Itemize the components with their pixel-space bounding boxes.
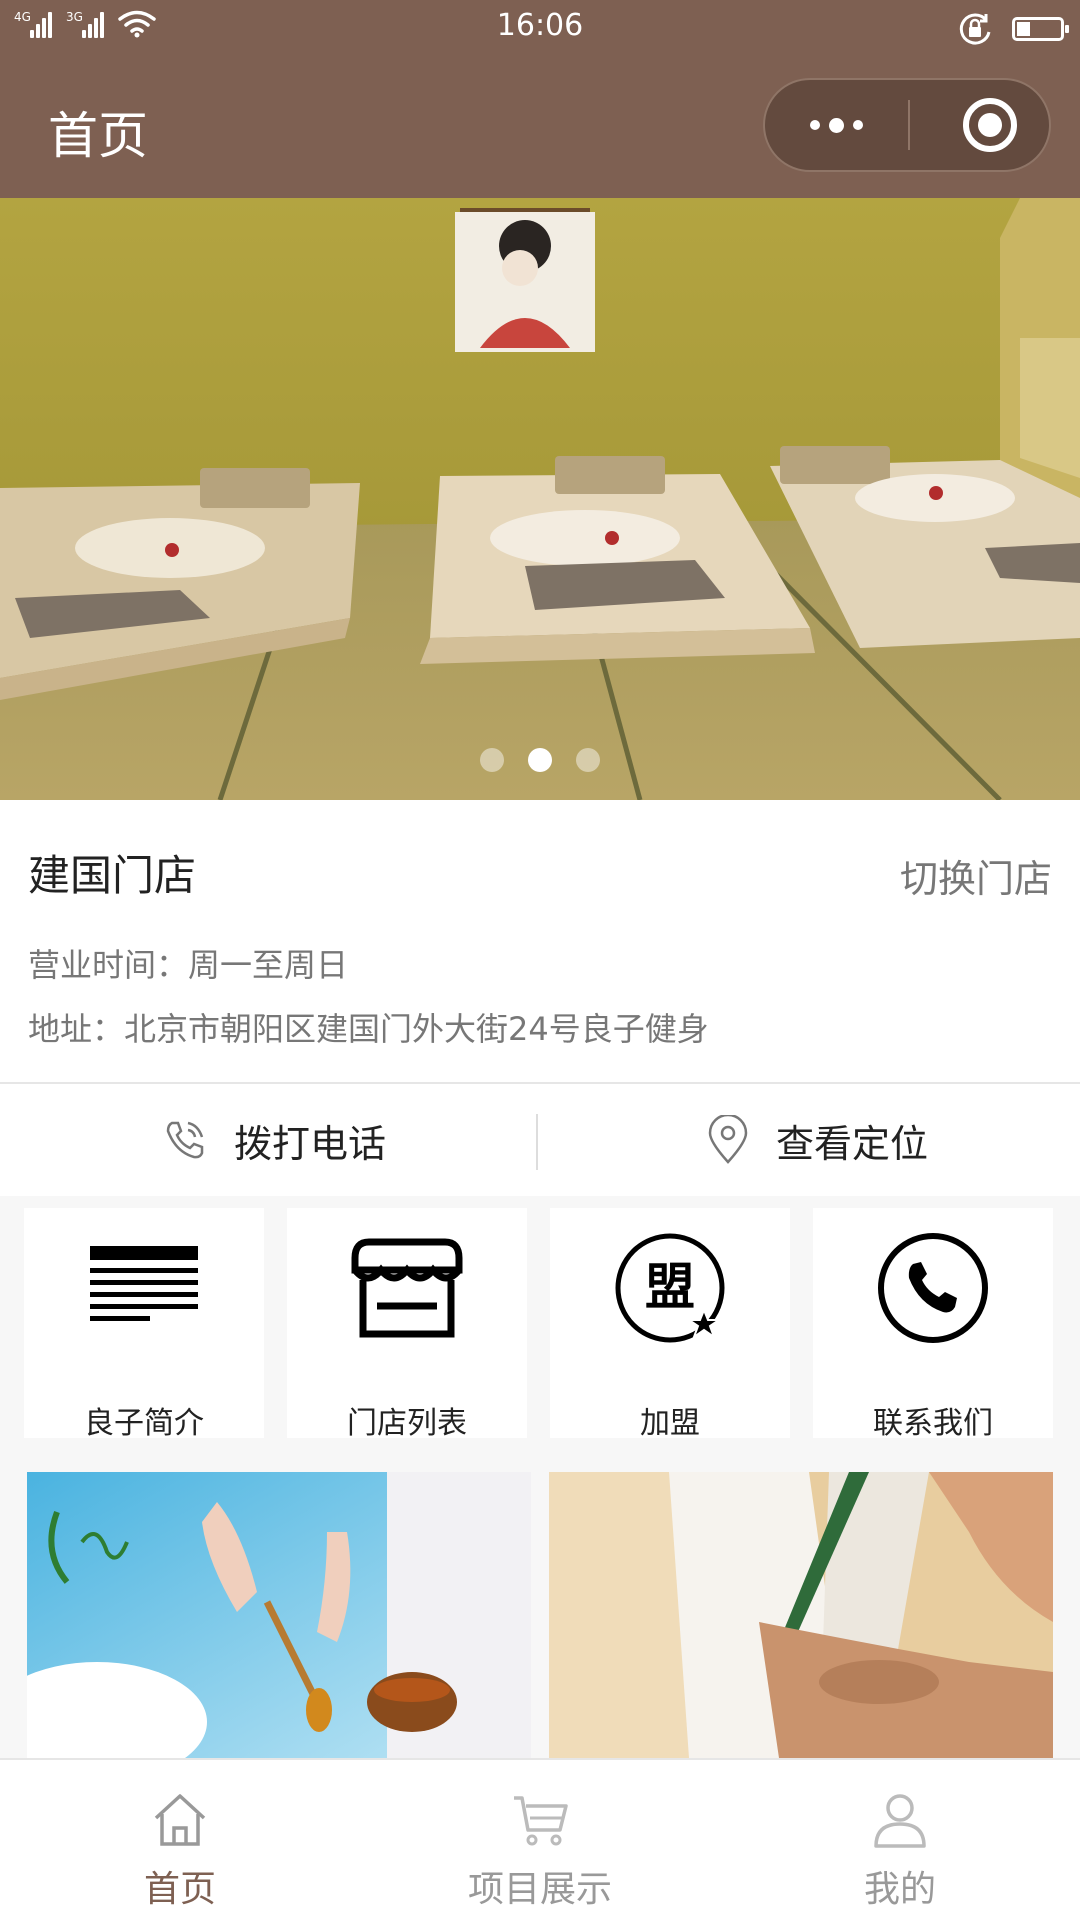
call-phone-button[interactable]: 拨打电话	[162, 1084, 386, 1196]
grid-item-label: 良子简介	[84, 1406, 204, 1441]
status-bar: 4G 3G 16:06	[0, 0, 1080, 60]
grid-item-label: 加盟	[640, 1406, 700, 1441]
store-name: 建国门店	[28, 851, 197, 900]
view-location-label: 查看定位	[776, 1121, 929, 1166]
grid-item-franchise[interactable]: 盟 加盟	[550, 1208, 790, 1441]
home-icon	[154, 1794, 206, 1846]
banner-image-massage-room	[0, 198, 1080, 800]
feature-card-honey-spa[interactable]	[27, 1472, 531, 1758]
document-lines-icon	[90, 1246, 198, 1321]
user-icon	[874, 1794, 926, 1848]
franchise-badge-icon: 盟	[615, 1233, 725, 1343]
more-dots-icon[interactable]	[765, 80, 908, 170]
tab-home[interactable]: 首页	[0, 1760, 360, 1922]
tab-label: 首页	[143, 1869, 216, 1910]
card-image-massage	[549, 1472, 1053, 1758]
quick-actions-row: 拨打电话 查看定位	[0, 1084, 1080, 1196]
storefront-icon	[351, 1238, 463, 1338]
grid-item-label: 门店列表	[347, 1406, 467, 1441]
actions-divider	[536, 1114, 538, 1170]
grid-item-intro[interactable]: 良子简介	[24, 1208, 264, 1441]
tab-label: 项目展示	[467, 1869, 612, 1910]
target-circle-icon[interactable]	[963, 98, 1017, 152]
franchise-badge-glyph: 盟	[645, 1258, 695, 1316]
phone-circle-icon	[878, 1233, 988, 1343]
cart-icon	[514, 1796, 568, 1846]
call-phone-label: 拨打电话	[234, 1121, 387, 1166]
tab-label: 我的	[863, 1869, 936, 1910]
carousel-indicators	[0, 748, 1080, 772]
tab-projects[interactable]: 项目展示	[360, 1760, 720, 1922]
banner-carousel[interactable]	[0, 198, 1080, 800]
bottom-tab-bar: 首页 项目展示 我的	[0, 1758, 1080, 1922]
switch-store-button[interactable]: 切换门店	[900, 848, 1052, 903]
battery-icon	[1012, 17, 1069, 41]
carousel-dot[interactable]	[528, 748, 552, 772]
grid-item-label: 联系我们	[873, 1406, 993, 1441]
grid-item-contact[interactable]: 联系我们	[813, 1208, 1053, 1441]
rotation-lock-icon	[959, 13, 991, 45]
business-hours: 营业时间：周一至周日	[28, 946, 349, 984]
view-location-button[interactable]: 查看定位	[706, 1084, 928, 1196]
carousel-dot[interactable]	[576, 748, 600, 772]
carousel-dot[interactable]	[480, 748, 504, 772]
status-time: 16:06	[496, 8, 584, 43]
mini-program-capsule	[763, 78, 1051, 172]
card-image-honey-treatment	[27, 1472, 531, 1758]
feature-card-massage[interactable]	[549, 1472, 1053, 1758]
menu-grid: 良子简介 门店列表 盟 加盟 联系我们	[0, 1208, 1080, 1441]
tab-mine[interactable]: 我的	[720, 1760, 1080, 1922]
store-info-card: 建国门店 切换门店 营业时间：周一至周日 地址：北京市朝阳区建国门外大街24号良…	[0, 800, 1080, 1084]
status-right	[956, 10, 1069, 48]
grid-item-store-list[interactable]: 门店列表	[287, 1208, 527, 1441]
capsule-divider	[908, 100, 910, 150]
location-pin-icon	[708, 1115, 748, 1164]
navigation-bar: 首页	[0, 60, 1080, 198]
store-address: 地址：北京市朝阳区建国门外大街24号良子健身	[28, 1010, 709, 1048]
page-title: 首页	[48, 107, 148, 165]
phone-ring-icon	[166, 1121, 204, 1159]
